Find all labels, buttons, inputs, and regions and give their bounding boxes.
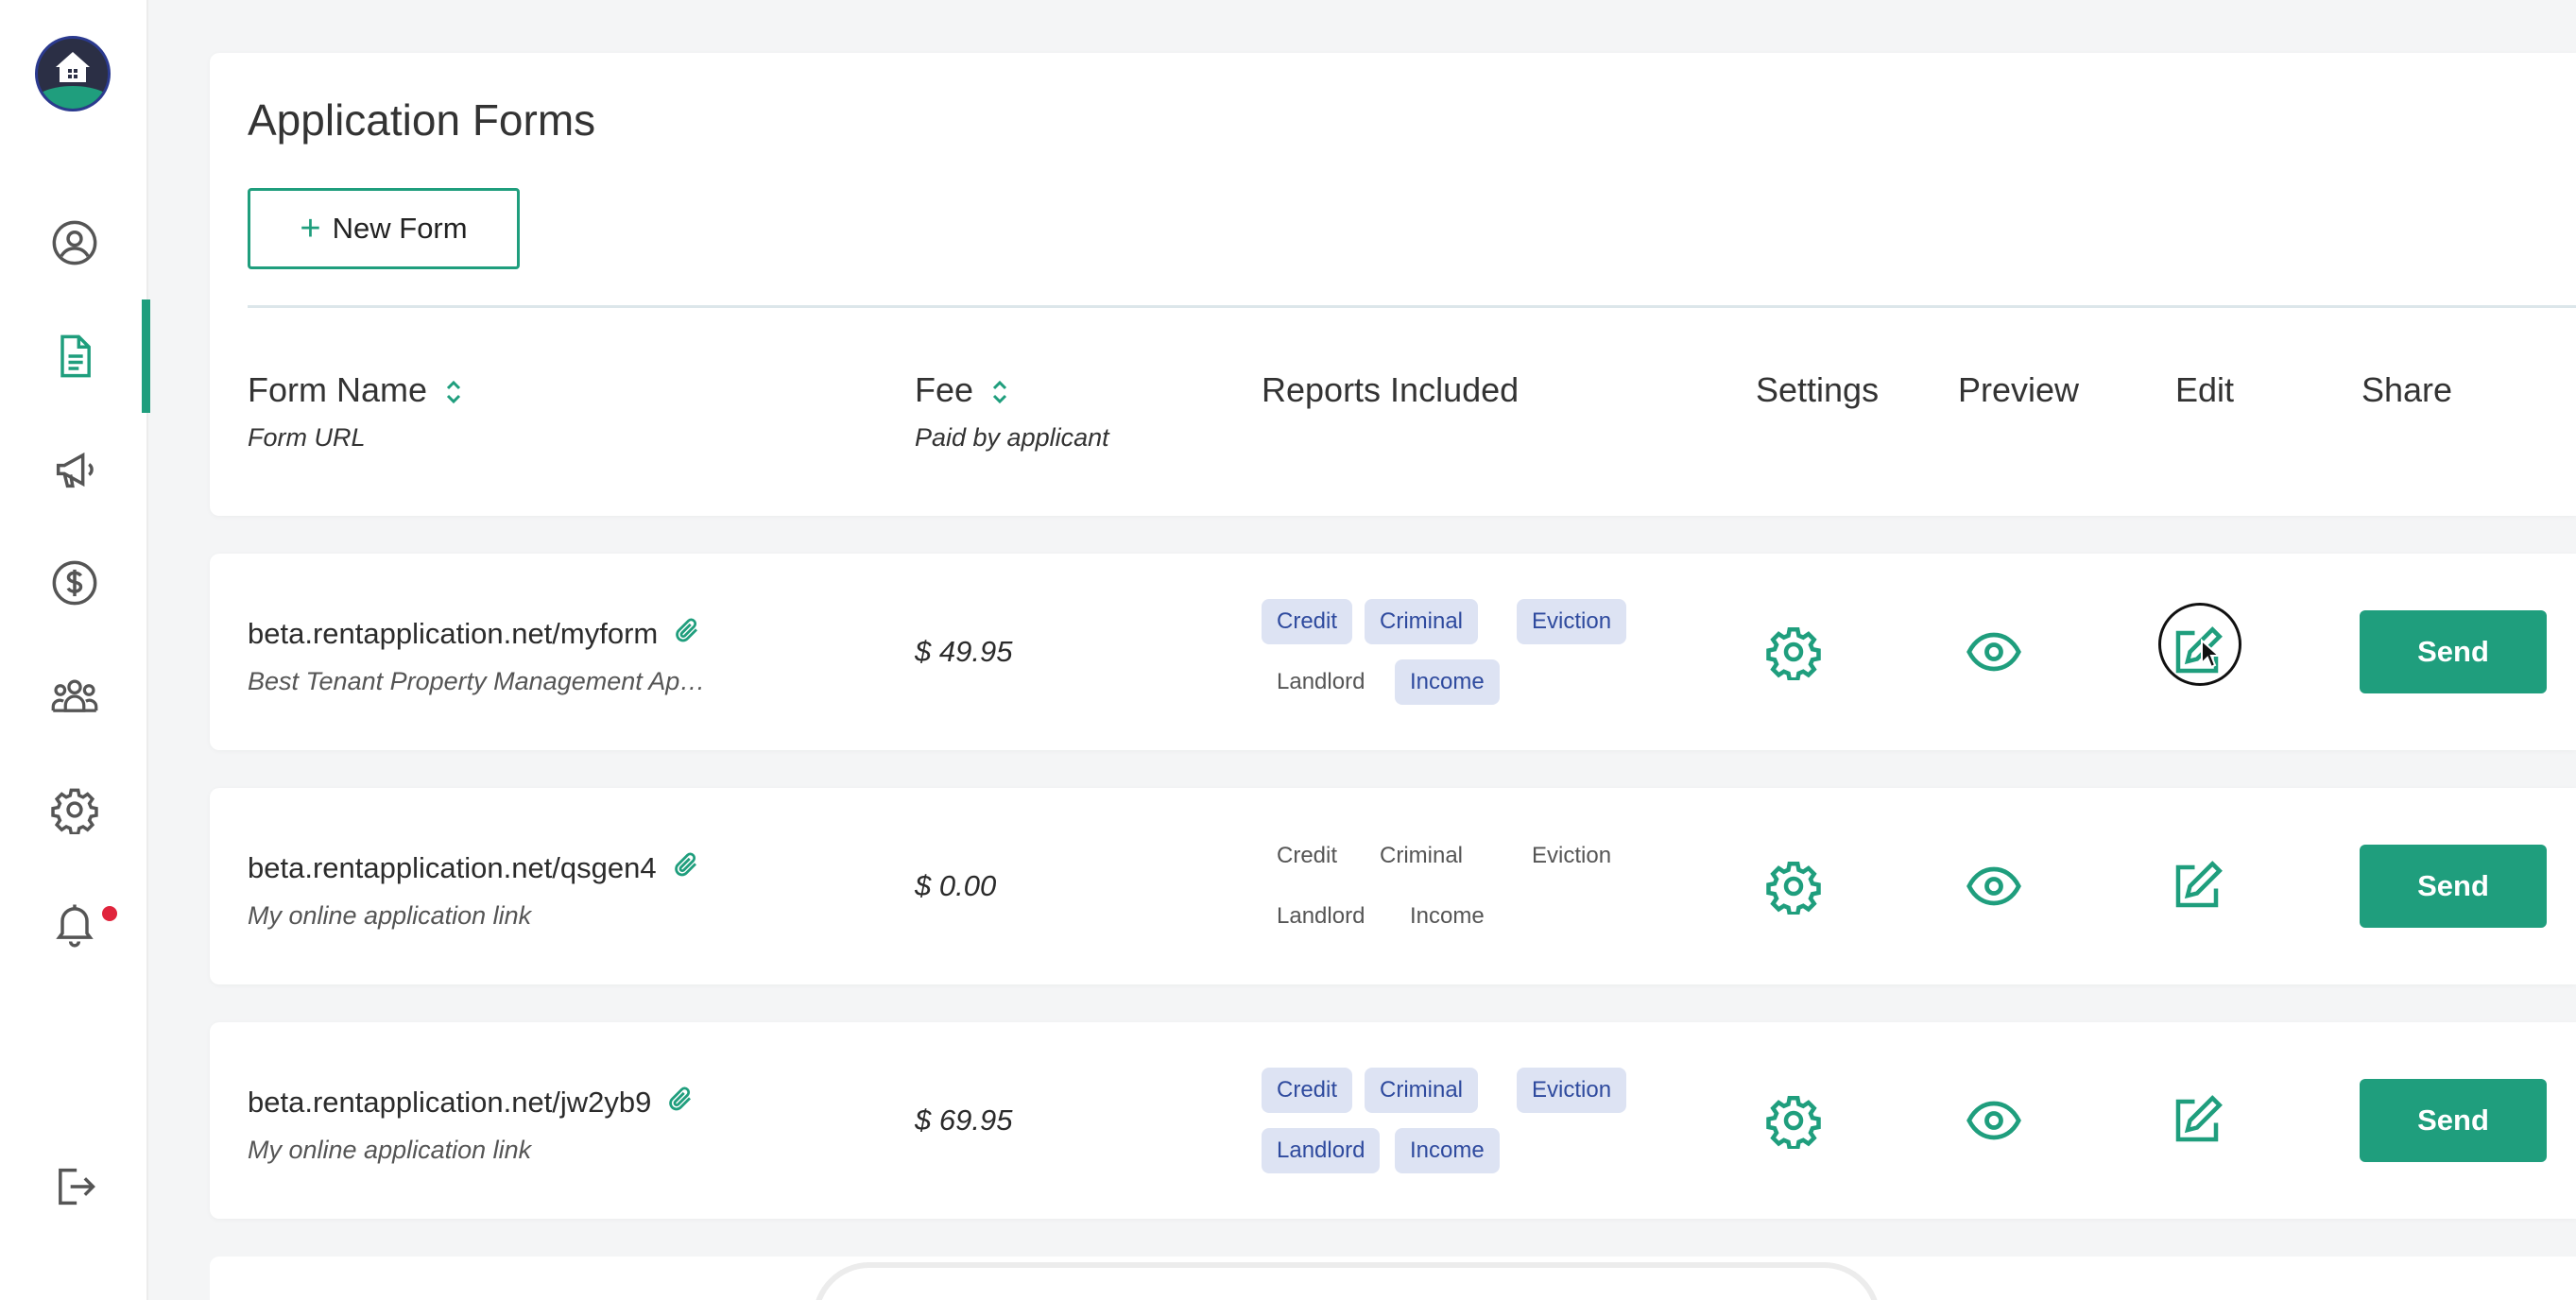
form-name: My online application link xyxy=(248,1136,532,1164)
sidebar-item-settings[interactable] xyxy=(0,753,148,866)
form-fee: $ 0.00 xyxy=(915,869,997,902)
edit-button[interactable] xyxy=(2167,856,2227,916)
report-tag: Criminal xyxy=(1365,1068,1479,1113)
report-tag: Eviction xyxy=(1532,843,1612,868)
column-header-settings: Settings xyxy=(1756,370,1880,409)
form-fee: $ 69.95 xyxy=(915,1103,1013,1137)
eye-icon xyxy=(1966,858,2022,915)
new-form-label: New Form xyxy=(332,212,468,245)
edit-button[interactable] xyxy=(2167,1090,2227,1151)
preview-button[interactable] xyxy=(1964,1090,2024,1151)
form-fee: $ 49.95 xyxy=(915,635,1013,668)
forms-header-card: Application Forms + New Form Form Name F… xyxy=(210,53,2576,516)
settings-button[interactable] xyxy=(1763,622,1824,682)
report-tag: Landlord xyxy=(1262,1128,1381,1173)
column-header-preview: Preview xyxy=(1958,370,2080,409)
form-url: beta.rentapplication.net/jw2yb9 xyxy=(248,1085,695,1120)
column-subheader-fee: Paid by applicant xyxy=(915,423,1109,452)
sidebar-item-forms[interactable] xyxy=(0,299,150,413)
preview-button[interactable] xyxy=(1964,856,2024,916)
report-tag: Criminal xyxy=(1380,843,1464,868)
report-tag: Landlord xyxy=(1277,903,1365,929)
users-icon xyxy=(51,679,97,712)
copy-link-icon[interactable] xyxy=(666,1085,695,1120)
table-row: beta.rentapplication.net/qsgen4 My online… xyxy=(210,788,2576,984)
sidebar-item-notifications[interactable] xyxy=(0,866,148,980)
form-url-text: beta.rentapplication.net/myform xyxy=(248,617,659,650)
user-circle-icon xyxy=(52,220,96,265)
eye-icon xyxy=(1966,1092,2022,1149)
app-root: Application Forms + New Form Form Name F… xyxy=(0,0,2576,1300)
divider xyxy=(248,305,2576,308)
table-row: beta.rentapplication.net/myform Best Tena… xyxy=(210,554,2576,750)
copy-link-icon[interactable] xyxy=(672,850,700,886)
plus-icon: + xyxy=(300,209,321,248)
settings-button[interactable] xyxy=(1763,1090,1824,1151)
page-title: Application Forms xyxy=(248,95,596,145)
gear-icon xyxy=(50,788,98,834)
notification-badge xyxy=(102,906,117,921)
edit-button[interactable] xyxy=(2167,622,2227,682)
form-url-text: beta.rentapplication.net/qsgen4 xyxy=(248,851,657,884)
sort-icon xyxy=(993,381,1007,404)
report-tag: Credit xyxy=(1277,843,1338,868)
report-tag: Credit xyxy=(1262,599,1353,644)
send-button[interactable]: Send xyxy=(2360,1079,2547,1162)
edit-icon xyxy=(2169,624,2225,680)
table-row: beta.rentapplication.net/jw2yb9 My online… xyxy=(210,1022,2576,1219)
eye-icon xyxy=(1966,624,2022,680)
preview-button[interactable] xyxy=(1964,622,2024,682)
column-header-fee[interactable]: Fee xyxy=(915,370,1009,410)
dollar-circle-icon xyxy=(52,560,96,606)
sort-icon xyxy=(446,381,461,404)
gear-icon xyxy=(1765,858,1822,915)
gear-icon xyxy=(1765,624,1822,680)
report-tag: Income xyxy=(1395,1128,1500,1173)
app-logo[interactable] xyxy=(35,36,111,111)
sidebar-item-profile[interactable] xyxy=(0,186,148,299)
megaphone-icon xyxy=(56,452,94,488)
new-form-button[interactable]: + New Form xyxy=(248,188,520,269)
bottom-overlay xyxy=(813,1262,1880,1300)
edit-icon xyxy=(2169,858,2225,915)
report-tag: Income xyxy=(1395,659,1500,705)
form-url: beta.rentapplication.net/myform xyxy=(248,616,701,652)
bell-icon xyxy=(55,904,94,948)
report-tag: Income xyxy=(1410,903,1485,929)
report-tag: Eviction xyxy=(1517,599,1627,644)
column-header-edit: Edit xyxy=(2175,370,2235,409)
gear-icon xyxy=(1765,1092,1822,1149)
form-name: My online application link xyxy=(248,901,532,930)
column-header-reports: Reports Included xyxy=(1262,370,1520,409)
sidebar xyxy=(0,0,150,1300)
column-header-share: Share xyxy=(2361,370,2453,409)
report-tag: Eviction xyxy=(1517,1068,1627,1113)
document-icon xyxy=(60,334,91,378)
sidebar-item-payments[interactable] xyxy=(0,526,148,640)
form-url: beta.rentapplication.net/qsgen4 xyxy=(248,850,700,886)
settings-button[interactable] xyxy=(1763,856,1824,916)
edit-icon xyxy=(2169,1092,2225,1149)
form-name: Best Tenant Property Management Ap… xyxy=(248,667,706,695)
send-button[interactable]: Send xyxy=(2360,845,2547,928)
column-subheader-form-url: Form URL xyxy=(248,423,366,452)
logout-icon xyxy=(58,1168,95,1206)
sidebar-item-marketing[interactable] xyxy=(0,413,148,526)
send-button[interactable]: Send xyxy=(2360,610,2547,693)
sidebar-item-team[interactable] xyxy=(0,640,148,753)
sidebar-item-logout[interactable] xyxy=(0,1130,148,1243)
report-tag: Landlord xyxy=(1277,669,1365,694)
report-tag: Credit xyxy=(1262,1068,1353,1113)
report-tag: Criminal xyxy=(1365,599,1479,644)
copy-link-icon[interactable] xyxy=(673,616,701,652)
column-header-form-name[interactable]: Form Name xyxy=(248,370,463,410)
form-url-text: beta.rentapplication.net/jw2yb9 xyxy=(248,1086,652,1119)
